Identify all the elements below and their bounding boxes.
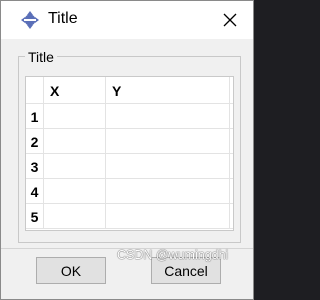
table-corner-cell[interactable]	[26, 77, 44, 103]
cell-x[interactable]	[44, 104, 106, 128]
column-header-y[interactable]: Y	[106, 77, 230, 103]
cell-y[interactable]	[106, 129, 230, 153]
cell-y[interactable]	[106, 104, 230, 128]
row-header[interactable]: 2	[26, 129, 44, 153]
group-title: Title	[25, 49, 57, 65]
window-title: Title	[48, 10, 78, 27]
cell-x[interactable]	[44, 154, 106, 178]
cell-x[interactable]	[44, 204, 106, 228]
table-header-row: X Y	[26, 77, 233, 104]
row-header[interactable]: 5	[26, 204, 44, 228]
cell-y[interactable]	[106, 154, 230, 178]
close-icon	[223, 13, 237, 27]
cell-x[interactable]	[44, 129, 106, 153]
table-row: 3	[26, 154, 233, 179]
table-row: 2	[26, 129, 233, 154]
data-table: X Y 1 2 3 4 5	[25, 76, 234, 231]
column-header-x[interactable]: X	[44, 77, 106, 103]
table-row: 1	[26, 104, 233, 129]
watermark-text: CSDN @wumingdhi	[117, 248, 229, 262]
cell-x[interactable]	[44, 179, 106, 203]
row-header[interactable]: 4	[26, 179, 44, 203]
cell-y[interactable]	[106, 204, 230, 228]
cell-y[interactable]	[106, 179, 230, 203]
dialog-window: Title Title X Y 1 2 3 4 5 OK Cancel CSDN…	[0, 0, 254, 300]
table-row: 4	[26, 179, 233, 204]
ok-button[interactable]: OK	[36, 257, 106, 284]
title-bar[interactable]: Title	[1, 1, 253, 39]
row-header[interactable]: 3	[26, 154, 44, 178]
table-row: 5	[26, 204, 233, 229]
row-header[interactable]: 1	[26, 104, 44, 128]
close-button[interactable]	[217, 7, 243, 33]
axis-cross-icon	[20, 10, 40, 30]
